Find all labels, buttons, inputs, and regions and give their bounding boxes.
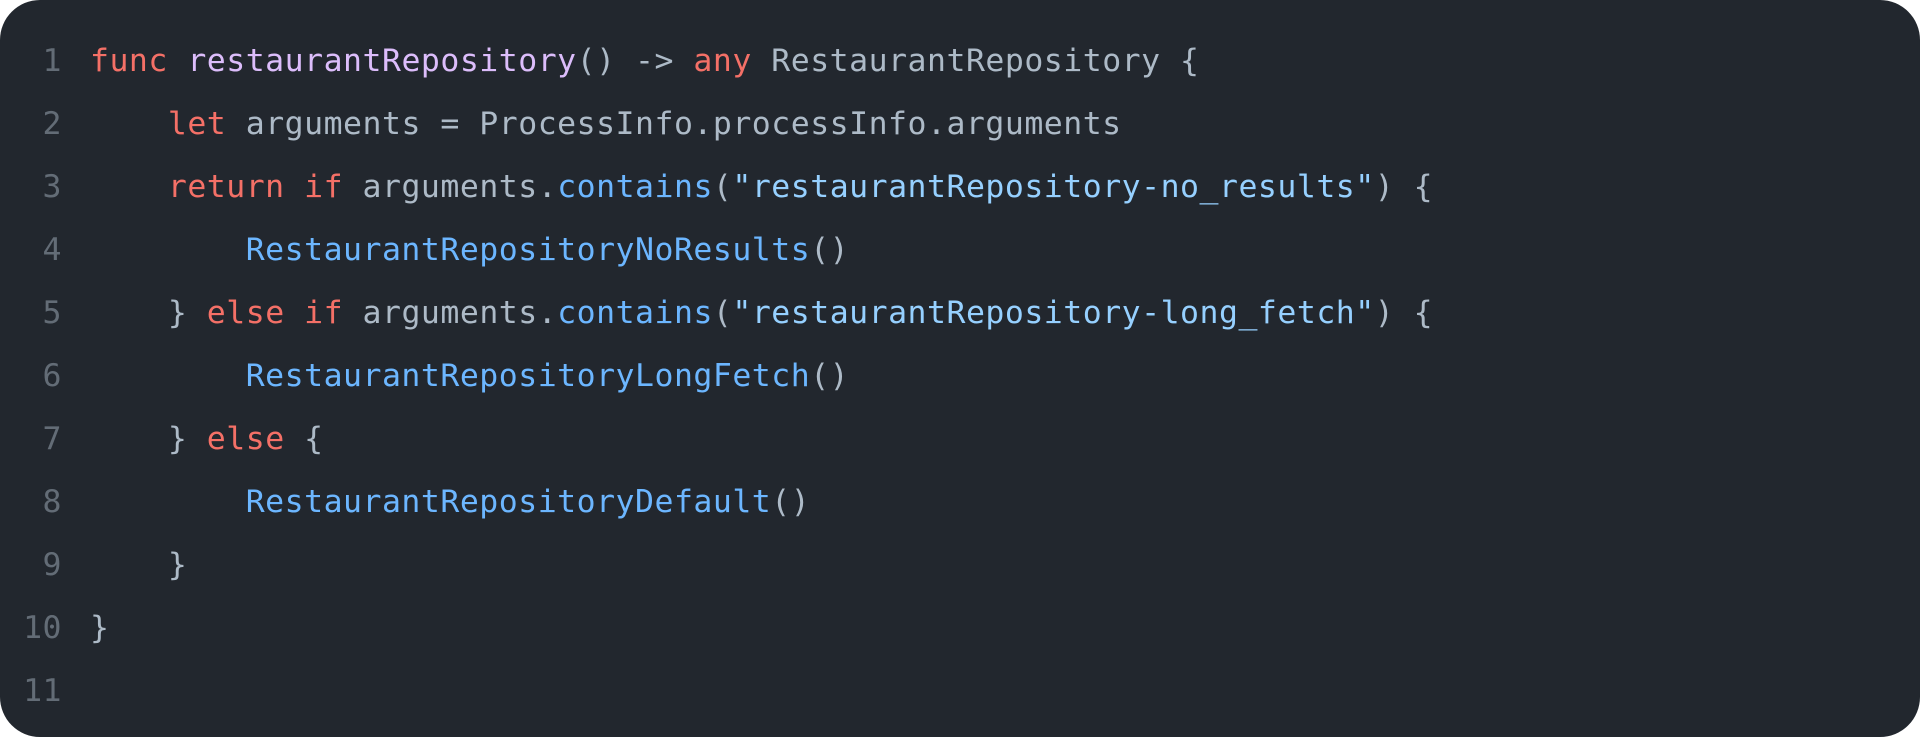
code-line: 2 let arguments = ProcessInfo.processInf… [0,93,1920,156]
token-def: () [771,484,810,520]
line-number: 2 [0,93,90,156]
token-kw: func [90,43,168,79]
token-call: RestaurantRepositoryNoResults [246,232,810,268]
token-kw: if [304,169,343,205]
code-content: RestaurantRepositoryDefault() [90,471,810,534]
code-line: 11 [0,660,1920,723]
token-call: RestaurantRepositoryDefault [246,484,772,520]
code-content: } else { [90,408,324,471]
token-str: "restaurantRepository-no_results" [732,169,1374,205]
code-content: let arguments = ProcessInfo.processInfo.… [90,93,1122,156]
token-def: RestaurantRepository { [752,43,1200,79]
token-def: arguments. [343,295,557,331]
line-number: 4 [0,219,90,282]
token-def: } [90,610,109,646]
code-line: 7 } else { [0,408,1920,471]
token-def: ) { [1375,169,1433,205]
line-number: 1 [0,30,90,93]
indent [90,358,246,394]
code-line: 4 RestaurantRepositoryNoResults() [0,219,1920,282]
code-content: } [90,597,109,660]
token-def: ( [713,295,732,331]
token-kw: let [168,106,226,142]
line-number: 9 [0,534,90,597]
indent [90,421,168,457]
token-def: } [168,547,187,583]
token-def [285,295,304,331]
token-def: () [810,358,849,394]
code-content: } else if arguments.contains("restaurant… [90,282,1433,345]
line-number: 8 [0,471,90,534]
line-number: 7 [0,408,90,471]
token-def: ( [713,169,732,205]
token-def: } [168,421,207,457]
line-number: 6 [0,345,90,408]
token-def [168,43,187,79]
code-line: 6 RestaurantRepositoryLongFetch() [0,345,1920,408]
code-line: 9 } [0,534,1920,597]
line-number: 10 [0,597,90,660]
indent [90,232,246,268]
token-kw: else [207,295,285,331]
token-call: contains [557,169,713,205]
code-line: 1func restaurantRepository() -> any Rest… [0,30,1920,93]
code-content: return if arguments.contains("restaurant… [90,156,1433,219]
line-number: 11 [0,660,90,723]
indent [90,484,246,520]
code-line: 10} [0,597,1920,660]
token-call: RestaurantRepositoryLongFetch [246,358,810,394]
token-def: { [285,421,324,457]
token-kw: return [168,169,285,205]
line-number: 5 [0,282,90,345]
code-content: func restaurantRepository() -> any Resta… [90,30,1200,93]
code-content: RestaurantRepositoryLongFetch() [90,345,849,408]
indent [90,106,168,142]
code-line: 8 RestaurantRepositoryDefault() [0,471,1920,534]
indent [90,547,168,583]
token-def: () -> [577,43,694,79]
token-def: () [810,232,849,268]
token-kw: else [207,421,285,457]
token-fn: restaurantRepository [187,43,576,79]
indent [90,295,168,331]
line-number: 3 [0,156,90,219]
token-def: ) { [1375,295,1433,331]
token-def: } [168,295,207,331]
token-kw: any [693,43,751,79]
token-kw: if [304,295,343,331]
code-line: 5 } else if arguments.contains("restaura… [0,282,1920,345]
code-content: } [90,534,187,597]
token-str: "restaurantRepository-long_fetch" [732,295,1374,331]
indent [90,169,168,205]
token-def [285,169,304,205]
code-content: RestaurantRepositoryNoResults() [90,219,849,282]
token-def: arguments = ProcessInfo.processInfo.argu… [226,106,1121,142]
token-call: contains [557,295,713,331]
code-block: 1func restaurantRepository() -> any Rest… [0,0,1920,737]
code-line: 3 return if arguments.contains("restaura… [0,156,1920,219]
token-def: arguments. [343,169,557,205]
